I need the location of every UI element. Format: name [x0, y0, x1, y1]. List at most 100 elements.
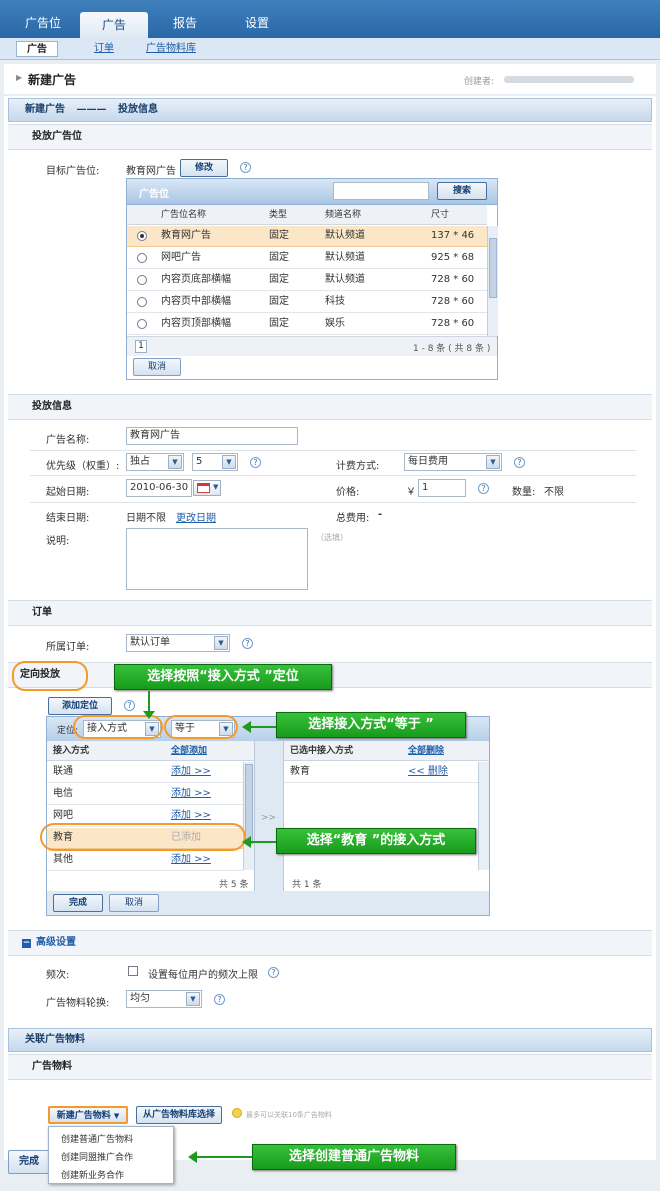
help-icon[interactable]: ?: [250, 457, 261, 468]
menu-item-normal-creative[interactable]: 创建普通广告物料: [61, 1132, 133, 1145]
price-input[interactable]: 1: [418, 479, 466, 497]
selected-scrollbar[interactable]: [478, 762, 489, 870]
frequency-checkbox[interactable]: [128, 966, 138, 976]
modify-button[interactable]: 修改: [180, 159, 228, 177]
help-icon[interactable]: ?: [478, 483, 489, 494]
total-cost-value: -: [378, 509, 383, 520]
col-header-channel: 频道名称: [325, 210, 362, 220]
table-row[interactable]: 内容页中部横幅 固定 科技 728 * 60: [127, 292, 487, 313]
advanced-title[interactable]: 高级设置: [36, 937, 76, 948]
add-all-link[interactable]: 全部添加: [171, 741, 207, 761]
weight-value: 5: [196, 456, 203, 467]
breadcrumb-current: 投放信息: [117, 104, 158, 115]
chevron-down-icon[interactable]: ▼: [168, 455, 182, 469]
calendar-glyph: [197, 483, 210, 493]
tab-reports[interactable]: 报告: [152, 10, 218, 38]
row-radio[interactable]: [137, 231, 147, 241]
help-icon[interactable]: ?: [240, 162, 251, 173]
chevron-down-icon[interactable]: ▼: [186, 992, 200, 1006]
remove-item-link[interactable]: << 删除: [408, 762, 448, 782]
add-targeting-button[interactable]: 添加定位: [48, 697, 112, 715]
order-value: 默认订单: [130, 637, 170, 648]
search-button[interactable]: 搜索: [437, 182, 487, 200]
rotation-select[interactable]: 均匀 ▼: [126, 990, 202, 1008]
row-type: 固定: [269, 230, 289, 241]
table-row[interactable]: 内容页底部横幅 固定 默认频道 728 * 60: [127, 270, 487, 291]
help-icon[interactable]: ?: [214, 994, 225, 1005]
help-icon[interactable]: ?: [124, 700, 135, 711]
placement-scrollbar[interactable]: [487, 226, 498, 336]
billing-label: 计费方式:: [336, 461, 380, 472]
remove-all-link[interactable]: 全部删除: [408, 741, 444, 761]
tab-settings[interactable]: 设置: [224, 10, 290, 38]
annotation-callout: 选择按照“接入方式 ”定位: [114, 664, 332, 690]
divider: [30, 475, 636, 476]
add-item-link[interactable]: 添加 >>: [171, 850, 211, 870]
change-date-link[interactable]: 更改日期: [176, 509, 216, 524]
row-radio[interactable]: [137, 253, 147, 263]
row-type: 固定: [269, 252, 289, 263]
placement-grid-header: 广告位 搜索: [127, 179, 497, 205]
priority-select[interactable]: 独占 ▼: [126, 453, 184, 471]
menu-item-new-business[interactable]: 创建新业务合作: [61, 1168, 124, 1181]
calendar-icon[interactable]: ▼: [193, 480, 221, 496]
scrollbar-thumb[interactable]: [245, 764, 253, 844]
help-icon[interactable]: ?: [514, 457, 525, 468]
chevron-down-icon[interactable]: ▼: [214, 636, 228, 650]
row-name: 内容页顶部横幅: [161, 318, 231, 329]
targeting-done-button[interactable]: 完成: [53, 894, 103, 912]
ad-name-input[interactable]: 教育网广告: [126, 427, 298, 445]
tab-adspace[interactable]: 广告位: [10, 10, 76, 38]
row-radio[interactable]: [137, 319, 147, 329]
new-creative-button[interactable]: 新建广告物料 ▼: [48, 1106, 128, 1124]
selected-count: 共 1 条: [292, 880, 322, 890]
targeting-cancel-button[interactable]: 取消: [109, 894, 159, 912]
help-icon[interactable]: ?: [242, 638, 253, 649]
billing-select[interactable]: 每日费用 ▼: [404, 453, 502, 471]
weight-select[interactable]: 5 ▼: [192, 453, 238, 471]
quantity-value: 不限: [544, 487, 564, 498]
order-label: 所属订单:: [46, 642, 90, 653]
subtab-ads[interactable]: 广告: [16, 41, 58, 57]
table-row[interactable]: 教育网广告 固定 默认频道 137 * 46: [127, 226, 487, 247]
placement-search-input[interactable]: [333, 182, 429, 200]
chevron-down-icon[interactable]: ▼: [222, 455, 236, 469]
tab-ads[interactable]: 广告: [80, 12, 148, 38]
table-row[interactable]: 内容页顶部横幅 固定 娱乐 728 * 60: [127, 314, 487, 335]
highlight-oval: [12, 661, 88, 691]
item-name: 教育: [290, 766, 310, 777]
annotation-arrow: [196, 1156, 252, 1158]
help-icon[interactable]: ?: [268, 967, 279, 978]
order-select[interactable]: 默认订单 ▼: [126, 634, 230, 652]
row-channel: 默认频道: [325, 230, 365, 241]
placement-cancel-button[interactable]: 取消: [133, 358, 181, 376]
row-radio[interactable]: [137, 275, 147, 285]
annotation-callout: 选择创建普通广告物料: [252, 1144, 456, 1170]
menu-item-alliance[interactable]: 创建同盟推广合作: [61, 1150, 133, 1163]
selected-header-label: 已选中接入方式: [290, 746, 354, 756]
subtab-orders[interactable]: 订单: [94, 41, 114, 57]
add-item-link[interactable]: 添加 >>: [171, 762, 211, 782]
creative-hint: 最多可以关联10条广告物料: [246, 1111, 332, 1119]
scrollbar-thumb[interactable]: [489, 238, 497, 298]
row-radio[interactable]: [137, 297, 147, 307]
finish-button[interactable]: 完成: [8, 1150, 50, 1174]
total-cost-label: 总费用:: [336, 513, 370, 524]
start-date-input[interactable]: 2010-06-30: [126, 479, 192, 497]
description-textarea[interactable]: [126, 528, 308, 590]
list-item: 教育 << 删除: [284, 762, 478, 783]
list-item: 电信 添加 >>: [47, 784, 243, 805]
selected-list-header: 已选中接入方式 全部删除: [284, 741, 489, 761]
subtab-creative-library[interactable]: 广告物料库: [146, 41, 196, 57]
page-number[interactable]: 1: [135, 340, 147, 353]
collapse-minus-icon[interactable]: −: [22, 939, 31, 948]
add-item-link[interactable]: 添加 >>: [171, 784, 211, 804]
chevron-down-icon[interactable]: ▼: [486, 455, 500, 469]
collapse-arrow-icon[interactable]: ▶: [16, 73, 22, 82]
item-name: 其他: [53, 854, 73, 865]
priority-value: 独占: [130, 456, 150, 467]
creative-library-button[interactable]: 从广告物料库选择: [136, 1106, 222, 1124]
available-scrollbar[interactable]: [243, 762, 254, 870]
frequency-checkbox-label: 设置每位用户的频次上限: [148, 970, 258, 981]
table-row[interactable]: 网吧广告 固定 默认频道 925 * 68: [127, 248, 487, 269]
